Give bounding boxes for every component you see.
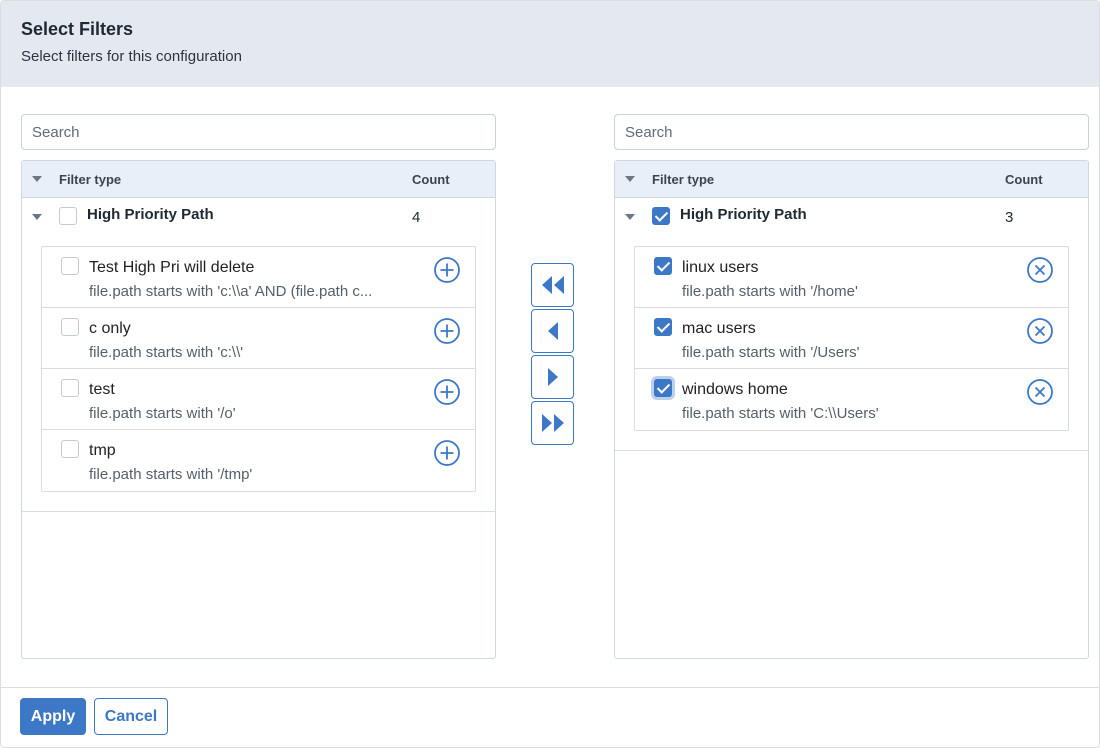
caret-down-icon[interactable]: [625, 214, 635, 220]
right-tree-header: Filter type Count: [615, 161, 1088, 198]
dialog-subtitle: Select filters for this configuration: [21, 48, 242, 65]
remove-circle-icon[interactable]: [1026, 317, 1054, 345]
item-checkbox[interactable]: [61, 440, 79, 458]
divider: [615, 450, 1088, 451]
item-description: file.path starts with 'C:\\Users': [682, 405, 879, 422]
move-left-icon: [547, 322, 558, 340]
item-label: test: [89, 381, 115, 398]
selected-filters-panel: Filter type Count High Priority Path 3 l…: [614, 114, 1089, 659]
item-description: file.path starts with 'c:\\': [89, 344, 244, 361]
item-label: linux users: [682, 259, 759, 276]
left-filter-tree: Filter type Count High Priority Path 4 T…: [21, 160, 496, 659]
left-search-input[interactable]: [21, 114, 496, 150]
move-right-icon: [547, 368, 558, 386]
caret-down-icon[interactable]: [32, 176, 42, 182]
column-filter-type[interactable]: Filter type: [59, 172, 121, 187]
dialog-title: Select Filters: [21, 19, 134, 39]
left-group-checkbox[interactable]: [59, 207, 77, 225]
item-label: windows home: [682, 381, 788, 398]
list-item: tmp file.path starts with '/tmp': [42, 430, 475, 491]
cancel-button[interactable]: Cancel: [94, 698, 168, 735]
available-filters-panel: Filter type Count High Priority Path 4 T…: [21, 114, 496, 659]
group-count: 3: [1005, 209, 1014, 226]
item-label: tmp: [89, 442, 116, 459]
right-filter-tree: Filter type Count High Priority Path 3 l…: [614, 160, 1089, 659]
item-checkbox[interactable]: [654, 257, 672, 275]
column-filter-type[interactable]: Filter type: [652, 172, 714, 187]
move-all-right-button[interactable]: [531, 401, 574, 445]
list-item: test file.path starts with '/o': [42, 369, 475, 430]
apply-button[interactable]: Apply: [20, 698, 86, 735]
left-tree-header: Filter type Count: [22, 161, 495, 198]
transfer-controls: [531, 263, 574, 447]
group-count: 4: [412, 209, 421, 226]
group-label: High Priority Path: [680, 206, 807, 223]
right-filter-list: linux users file.path starts with '/home…: [634, 246, 1069, 431]
item-checkbox[interactable]: [61, 379, 79, 397]
item-description: file.path starts with '/home': [682, 283, 858, 300]
move-all-right-icon: [541, 414, 564, 432]
item-checkbox[interactable]: [61, 318, 79, 336]
remove-circle-icon[interactable]: [1026, 378, 1054, 406]
add-circle-icon[interactable]: [433, 378, 461, 406]
item-checkbox[interactable]: [654, 379, 672, 397]
caret-down-icon[interactable]: [32, 214, 42, 220]
item-description: file.path starts with '/tmp': [89, 466, 253, 483]
right-search-input[interactable]: [614, 114, 1089, 150]
remove-circle-icon[interactable]: [1026, 256, 1054, 284]
list-item: mac users file.path starts with '/Users': [635, 308, 1068, 369]
item-description: file.path starts with '/Users': [682, 344, 860, 361]
group-label: High Priority Path: [87, 206, 214, 223]
list-item: c only file.path starts with 'c:\\': [42, 308, 475, 369]
dialog-header: Select Filters Select filters for this c…: [1, 1, 1099, 87]
column-count[interactable]: Count: [412, 172, 450, 187]
list-item: linux users file.path starts with '/home…: [635, 247, 1068, 308]
item-description: file.path starts with 'c:\\a' AND (file.…: [89, 283, 373, 300]
move-all-left-icon: [541, 276, 564, 294]
add-circle-icon[interactable]: [433, 317, 461, 345]
add-circle-icon[interactable]: [433, 256, 461, 284]
item-checkbox[interactable]: [61, 257, 79, 275]
item-description: file.path starts with '/o': [89, 405, 236, 422]
move-left-button[interactable]: [531, 309, 574, 353]
move-all-left-button[interactable]: [531, 263, 574, 307]
caret-down-icon[interactable]: [625, 176, 635, 182]
right-group-row: High Priority Path 3: [615, 198, 1088, 234]
select-filters-dialog: Select Filters Select filters for this c…: [0, 0, 1100, 748]
list-item: Test High Pri will delete file.path star…: [42, 247, 475, 308]
left-group-row: High Priority Path 4: [22, 198, 495, 234]
dialog-footer: Apply Cancel: [1, 687, 1099, 747]
right-group-checkbox[interactable]: [652, 207, 670, 225]
item-label: c only: [89, 320, 131, 337]
divider: [22, 511, 495, 512]
column-count[interactable]: Count: [1005, 172, 1043, 187]
item-label: Test High Pri will delete: [89, 259, 255, 276]
list-item: windows home file.path starts with 'C:\\…: [635, 369, 1068, 430]
left-filter-list: Test High Pri will delete file.path star…: [41, 246, 476, 492]
item-label: mac users: [682, 320, 756, 337]
move-right-button[interactable]: [531, 355, 574, 399]
item-checkbox[interactable]: [654, 318, 672, 336]
add-circle-icon[interactable]: [433, 439, 461, 467]
